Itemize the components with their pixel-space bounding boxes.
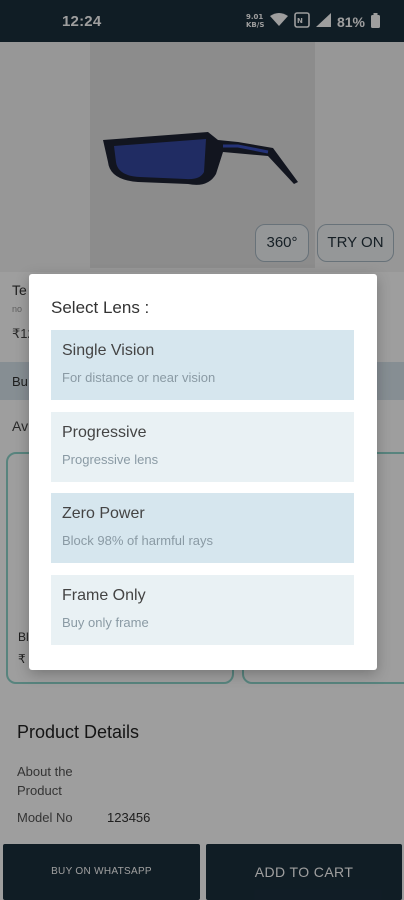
lens-option-description: Block 98% of harmful rays bbox=[62, 533, 214, 548]
lens-option-progressive[interactable]: Progressive Progressive lens bbox=[51, 412, 354, 482]
lens-option-description: For distance or near vision bbox=[62, 370, 216, 385]
lens-option-zero-power[interactable]: Zero Power Block 98% of harmful rays bbox=[51, 493, 354, 563]
lens-option-name: Zero Power bbox=[62, 505, 145, 522]
dialog-title: Select Lens : bbox=[51, 298, 150, 317]
lens-option-description: Buy only frame bbox=[62, 615, 149, 630]
lens-option-single-vision[interactable]: Single Vision For distance or near visio… bbox=[51, 330, 354, 400]
lens-option-description: Progressive lens bbox=[62, 452, 159, 467]
lens-option-name: Frame Only bbox=[62, 587, 146, 604]
lens-option-name: Single Vision bbox=[62, 342, 155, 359]
lens-option-name: Progressive bbox=[62, 424, 147, 441]
lens-option-frame-only[interactable]: Frame Only Buy only frame bbox=[51, 575, 354, 645]
select-lens-dialog: Select Lens : Single Vision For distance… bbox=[29, 274, 377, 670]
